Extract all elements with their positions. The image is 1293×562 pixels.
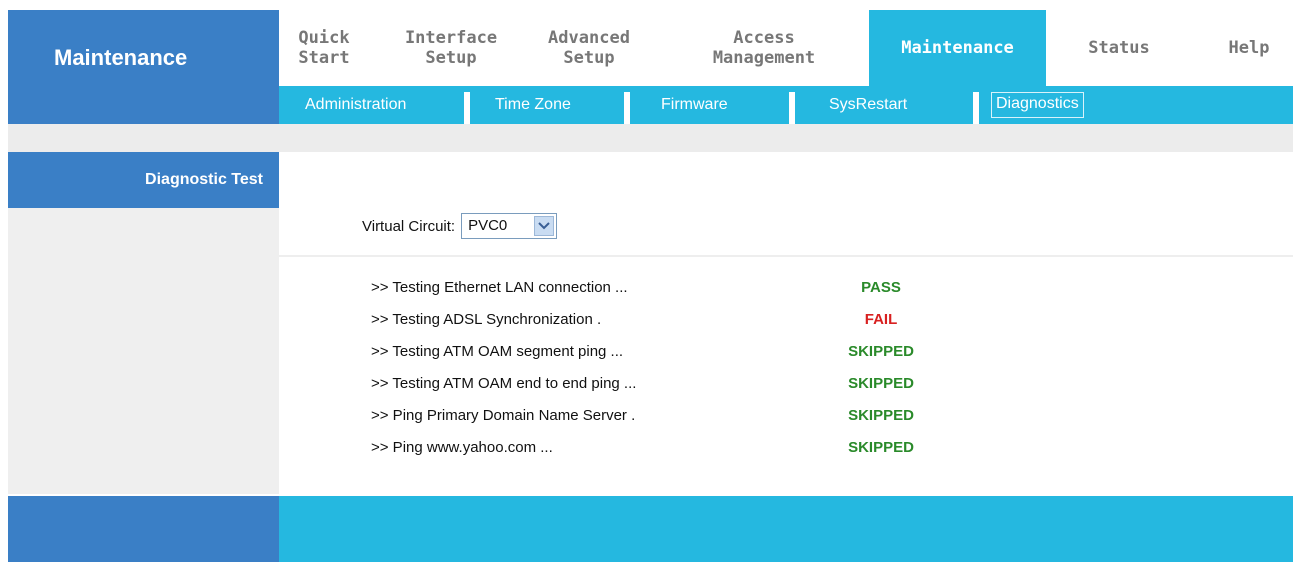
tab-access-management[interactable]: Access Management <box>684 10 844 86</box>
footer-left-block <box>8 496 279 562</box>
virtual-circuit-select[interactable]: PVC0 <box>461 213 558 239</box>
test-label: >> Ping Primary Domain Name Server . <box>371 407 636 424</box>
tab-maintenance[interactable]: Maintenance <box>869 10 1046 86</box>
test-row: >> Testing ADSL Synchronization . FAIL <box>371 305 1071 335</box>
subtab-time-zone[interactable]: Time Zone <box>491 86 575 124</box>
top-navigation: Quick Start Interface Setup Advanced Set… <box>279 10 1293 86</box>
test-label: >> Testing Ethernet LAN connection ... <box>371 279 628 296</box>
tab-interface-setup[interactable]: Interface Setup <box>391 10 511 86</box>
virtual-circuit-row: Virtual Circuit: PVC0 <box>362 210 558 242</box>
test-row: >> Ping www.yahoo.com ... SKIPPED <box>371 433 1071 463</box>
test-status: SKIPPED <box>848 439 914 456</box>
tab-help[interactable]: Help <box>1209 10 1289 86</box>
spacer-bar <box>8 124 1293 152</box>
test-label: >> Ping www.yahoo.com ... <box>371 439 553 456</box>
test-status: SKIPPED <box>848 343 914 360</box>
sidebar-heading: Diagnostic Test <box>145 171 263 188</box>
tab-advanced-setup[interactable]: Advanced Setup <box>529 10 649 86</box>
test-row: >> Testing ATM OAM end to end ping ... S… <box>371 369 1071 399</box>
virtual-circuit-value: PVC0 <box>468 217 508 234</box>
chevron-down-icon[interactable] <box>534 216 555 236</box>
subnav-divider <box>789 92 795 124</box>
tab-status[interactable]: Status <box>1069 10 1169 86</box>
subtab-sysrestart[interactable]: SysRestart <box>825 86 911 124</box>
test-label: >> Testing ADSL Synchronization . <box>371 311 602 328</box>
test-row: >> Ping Primary Domain Name Server . SKI… <box>371 401 1071 431</box>
test-status: FAIL <box>864 311 898 328</box>
section-divider <box>279 255 1293 257</box>
virtual-circuit-label: Virtual Circuit: <box>362 217 456 235</box>
sub-navigation: Administration Time Zone Firmware SysRes… <box>279 86 1293 124</box>
test-row: >> Testing ATM OAM segment ping ... SKIP… <box>371 337 1071 367</box>
subtab-administration[interactable]: Administration <box>301 86 410 124</box>
subtab-diagnostics[interactable]: Diagnostics <box>991 92 1084 118</box>
test-status: PASS <box>861 279 901 296</box>
subnav-divider <box>973 92 979 124</box>
subnav-divider <box>464 92 470 124</box>
test-label: >> Testing ATM OAM end to end ping ... <box>371 375 637 392</box>
test-status: SKIPPED <box>848 407 914 424</box>
test-status: SKIPPED <box>848 375 914 392</box>
tab-quick-start[interactable]: Quick Start <box>279 10 369 86</box>
subnav-divider <box>624 92 630 124</box>
page-section-title: Maintenance <box>54 45 188 70</box>
subtab-firmware[interactable]: Firmware <box>657 86 732 124</box>
test-label: >> Testing ATM OAM segment ping ... <box>371 343 624 360</box>
test-row: >> Testing Ethernet LAN connection ... P… <box>371 273 1071 303</box>
